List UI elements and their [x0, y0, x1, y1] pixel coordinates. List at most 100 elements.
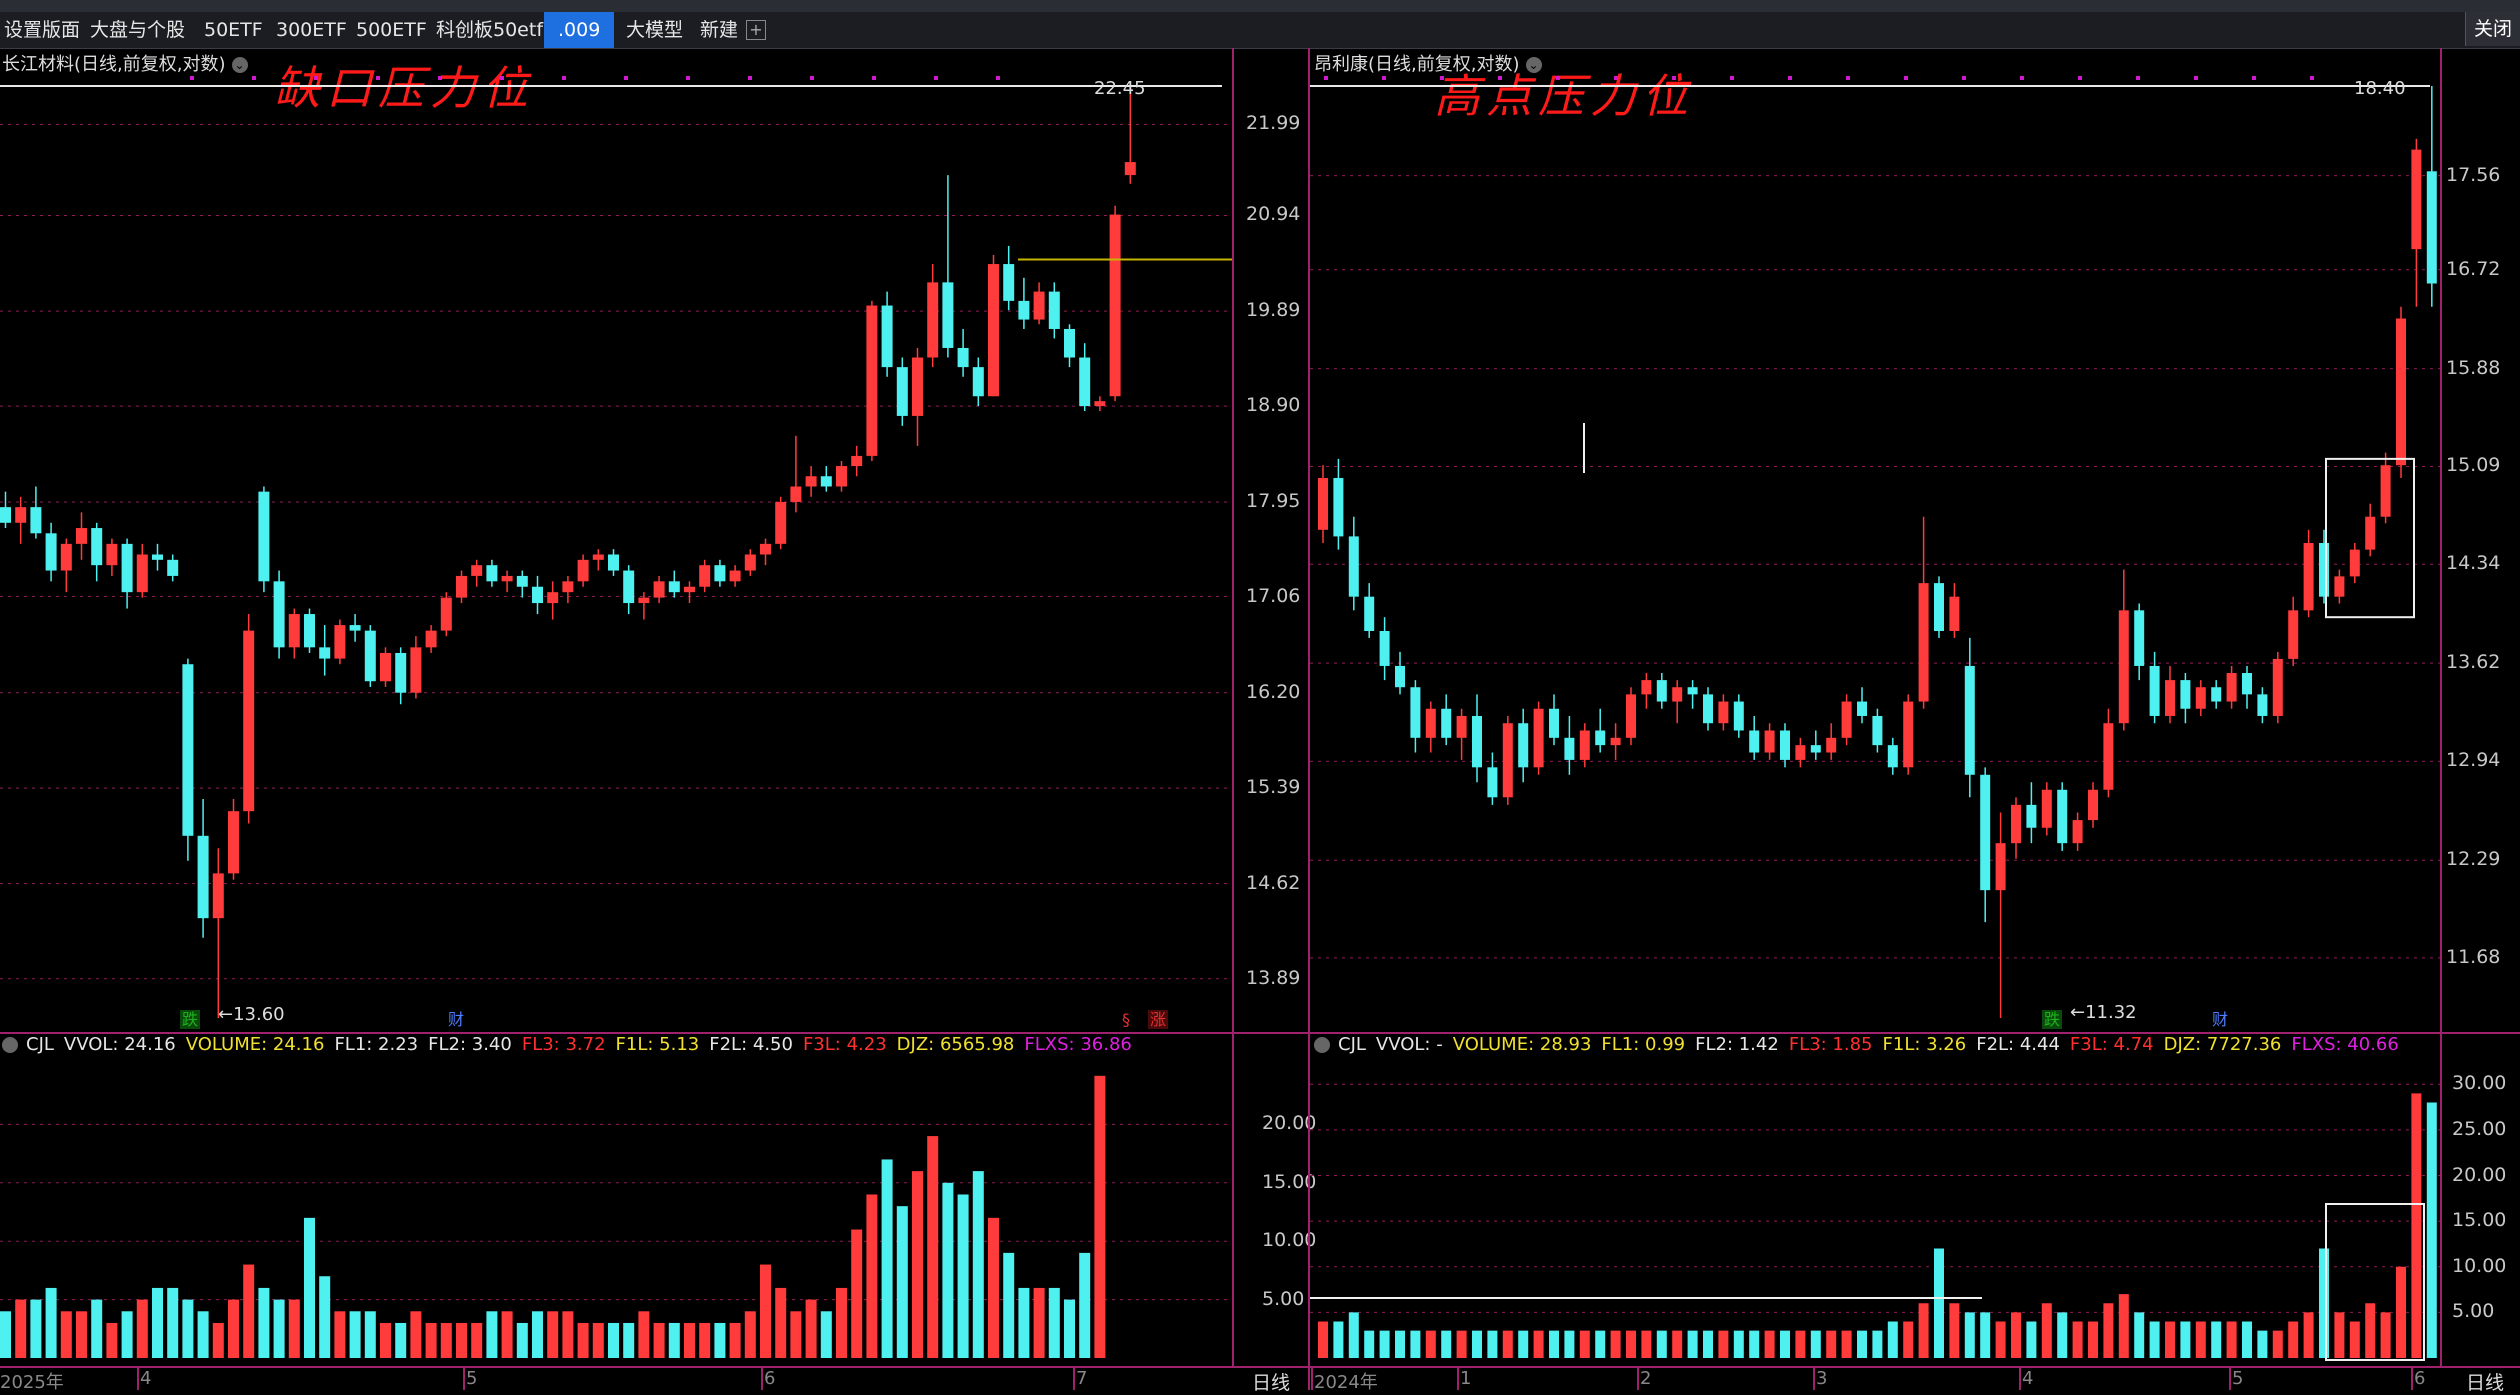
candle-body [258, 491, 270, 582]
volume-bar [60, 1311, 72, 1358]
signal-dot [500, 76, 504, 80]
volume-tick-label: 30.00 [2452, 1072, 2507, 1095]
right-period-label[interactable]: 日线 [2466, 1368, 2504, 1395]
candle-body [2041, 789, 2052, 828]
right-marker-down[interactable]: 跌 [2042, 1010, 2063, 1029]
volume-bar [1826, 1330, 1837, 1358]
indicator-menu-icon[interactable] [1314, 1037, 1330, 1053]
candle-body [395, 652, 407, 693]
left-high-label: 22.45 [1094, 78, 1146, 99]
volume-bar [486, 1311, 498, 1358]
volume-bar [2211, 1321, 2222, 1358]
plus-icon[interactable]: + [746, 20, 766, 40]
volume-bar [608, 1322, 619, 1358]
candle-body [912, 357, 923, 416]
candle-body [881, 305, 893, 368]
toolbar-item-market[interactable]: 大盘与个股 [90, 12, 185, 48]
volume-bar [2396, 1266, 2406, 1358]
candle-body [45, 533, 57, 571]
volume-bar [1718, 1330, 1729, 1358]
candle-body [1425, 708, 1436, 738]
left-marker-finance[interactable]: 财 [446, 1010, 466, 1029]
candle-body [2211, 687, 2222, 702]
candle-body [1918, 583, 1929, 702]
volume-bar [684, 1322, 695, 1358]
candle-body [2026, 804, 2037, 828]
indicator-value: FL3: 1.85 [1788, 1034, 1873, 1055]
candle-body [2303, 543, 2314, 611]
candle-body [1934, 583, 1944, 631]
indicator-menu-icon[interactable] [2, 1037, 18, 1053]
volume-bar [425, 1322, 437, 1358]
price-tick-label: 15.88 [2446, 356, 2501, 379]
right-price-chart[interactable] [1310, 68, 2440, 1031]
volume-bar [2349, 1321, 2360, 1358]
volume-bar [2195, 1321, 2206, 1358]
volume-bar [1626, 1330, 1636, 1358]
volume-bar [547, 1311, 559, 1358]
indicator-value: FL3: 3.72 [521, 1034, 606, 1055]
candle-body [1333, 477, 1344, 537]
volume-bar [2149, 1321, 2160, 1358]
candle-body [1780, 730, 1790, 760]
candle-body [957, 347, 969, 368]
price-tick-label: 17.95 [1246, 489, 1301, 512]
right-marker-finance[interactable]: 财 [2210, 1010, 2230, 1029]
left-price-chart[interactable] [0, 68, 1232, 1031]
price-tick-label: 20.94 [1246, 203, 1301, 226]
volume-bar [927, 1136, 939, 1358]
right-volume-chart[interactable] [1310, 1058, 2440, 1368]
volume-bar [2426, 1102, 2437, 1358]
date-tick-label: 2025年 [0, 1372, 64, 1393]
signal-dot [624, 76, 628, 80]
price-tick-label: 16.72 [2446, 257, 2501, 280]
toolbar-item-300etf[interactable]: 300ETF [276, 12, 347, 48]
volume-bar [592, 1322, 604, 1358]
toolbar-item-layout[interactable]: 设置版面 [4, 12, 80, 48]
volume-bar [334, 1311, 346, 1358]
indicator-value: F3L: 4.74 [2069, 1034, 2154, 1055]
toolbar-item-big-model[interactable]: 大模型 [626, 12, 683, 48]
candle-body [1348, 536, 1359, 597]
toolbar-item-new[interactable]: 新建 [700, 12, 738, 48]
left-marker-down[interactable]: 跌 [180, 1010, 201, 1029]
volume-bar [288, 1299, 300, 1358]
left-period-label[interactable]: 日线 [1252, 1368, 1290, 1395]
candle-body [2072, 820, 2083, 844]
candle-body [2365, 516, 2376, 550]
toolbar-item-star50etf[interactable]: 科创板50etf [436, 12, 543, 48]
candle-body [182, 664, 194, 836]
volume-tick-label: 5.00 [1262, 1287, 1305, 1310]
candle-body [1109, 214, 1121, 397]
volume-bar [471, 1322, 483, 1358]
left-marker-up[interactable]: 涨 [1148, 1010, 1169, 1029]
candle-body [2180, 680, 2191, 709]
candle-body [167, 559, 179, 576]
candle-body [0, 507, 11, 523]
candle-body [1410, 687, 1421, 738]
indicator-name[interactable]: CJL [26, 1034, 54, 1055]
candle-body [136, 554, 148, 593]
toolbar-item-active[interactable]: .009 [544, 12, 615, 48]
indicator-name[interactable]: CJL [1338, 1034, 1366, 1055]
volume-bar [1780, 1330, 1790, 1358]
indicator-value: F1L: 3.26 [1882, 1034, 1967, 1055]
signal-dot [1788, 76, 1792, 80]
toolbar-item-50etf[interactable]: 50ETF [204, 12, 263, 48]
toolbar-item-500etf[interactable]: 500ETF [356, 12, 427, 48]
signal-dot [562, 76, 566, 80]
indicator-value: FL1: 0.99 [1601, 1034, 1686, 1055]
volume-bar [440, 1322, 452, 1358]
left-marker-section[interactable]: § [1120, 1010, 1132, 1029]
volume-bar [136, 1299, 148, 1358]
signal-dot [810, 76, 814, 80]
window-top-bar [0, 0, 2520, 12]
candle-body [2118, 610, 2129, 724]
date-tick-mark [1637, 1366, 1639, 1390]
signal-dot [686, 76, 690, 80]
close-button[interactable]: 关闭 [2464, 12, 2520, 46]
left-volume-chart[interactable] [0, 1058, 1232, 1368]
volume-bar [106, 1322, 118, 1358]
candle-body [668, 581, 680, 593]
price-volume-divider [0, 1032, 2520, 1034]
